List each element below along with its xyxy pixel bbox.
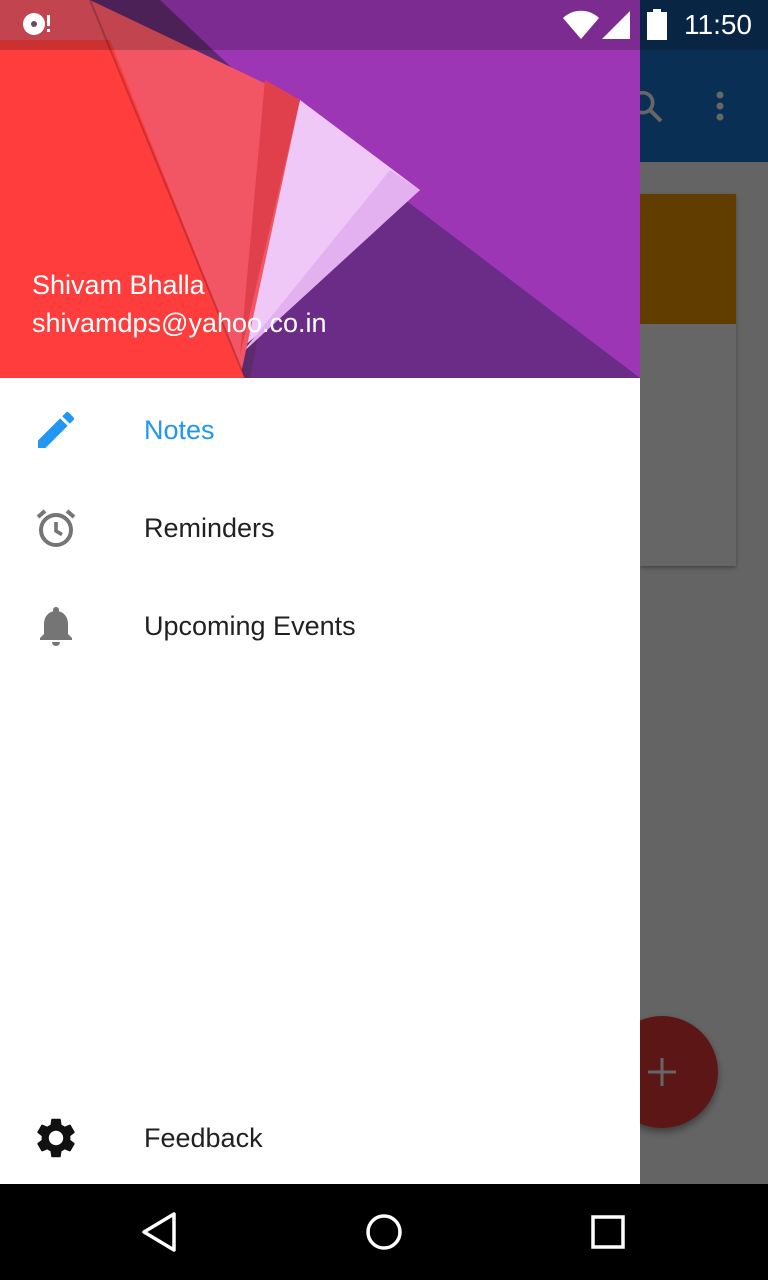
- gear-icon: [37, 1118, 75, 1158]
- system-navigation-bar: [0, 1184, 768, 1280]
- status-time: 11:50: [684, 9, 752, 40]
- wifi-icon: [563, 10, 599, 39]
- status-bar: 11:50: [0, 0, 768, 50]
- navigation-drawer: Shivam Bhalla shivamdps@yahoo.co.in Note…: [0, 0, 640, 1184]
- signal-icon: [602, 11, 630, 39]
- back-icon[interactable]: [134, 1206, 186, 1258]
- drawer-item-reminders[interactable]: Reminders: [0, 480, 640, 576]
- notification-app-icon: [23, 13, 50, 35]
- user-email: shivamdps@yahoo.co.in: [32, 308, 327, 338]
- user-name: Shivam Bhalla: [32, 270, 205, 300]
- drawer-item-label: Upcoming Events: [144, 611, 356, 641]
- drawer-item-feedback[interactable]: Feedback: [0, 1090, 640, 1186]
- drawer-item-notes[interactable]: Notes: [0, 382, 640, 478]
- drawer-item-label: Reminders: [144, 513, 275, 543]
- drawer-header: Shivam Bhalla shivamdps@yahoo.co.in: [0, 0, 640, 378]
- alarm-clock-icon: [36, 509, 76, 547]
- drawer-item-label: Notes: [144, 415, 215, 445]
- battery-icon: [647, 9, 667, 40]
- recents-icon[interactable]: [582, 1206, 634, 1258]
- pencil-icon: [38, 411, 75, 448]
- home-icon[interactable]: [358, 1206, 410, 1258]
- drawer-item-label: Feedback: [144, 1123, 263, 1153]
- bell-icon: [40, 607, 72, 646]
- drawer-item-upcoming-events[interactable]: Upcoming Events: [0, 578, 640, 674]
